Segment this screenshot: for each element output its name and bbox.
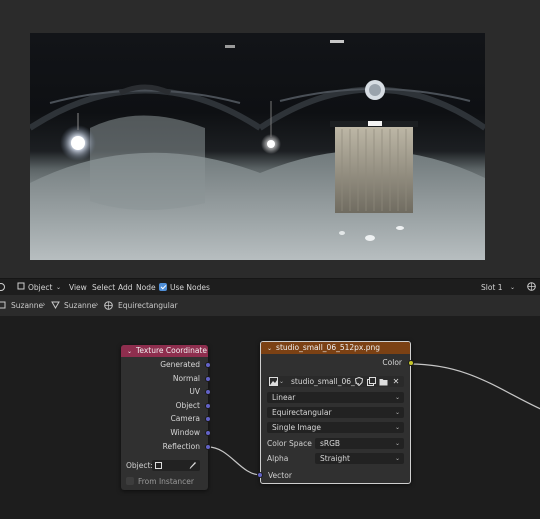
color-space-label: Color Space <box>267 439 312 448</box>
image-selector[interactable]: ⌄ studio_small_06_... ✕ <box>267 376 404 387</box>
node-title-bar[interactable]: ⌄ Texture Coordinate <box>121 345 208 357</box>
editor-type-icon[interactable] <box>0 282 6 293</box>
from-instancer-toggle[interactable]: From Instancer <box>126 477 194 487</box>
menu-add[interactable]: Add <box>118 282 133 293</box>
alpha-value: Straight <box>320 454 350 463</box>
menu-node[interactable]: Node <box>136 282 156 293</box>
collapse-chevron-icon[interactable]: ⌄ <box>127 346 132 358</box>
socket-window[interactable] <box>205 430 211 436</box>
fake-user-shield-icon[interactable] <box>354 376 364 387</box>
checkbox-icon[interactable] <box>159 283 167 291</box>
image-source-value: Single Image <box>272 423 321 432</box>
output-object: Object <box>175 401 200 410</box>
texture-coordinate-node[interactable]: ⌄ Texture Coordinate Generated Normal UV … <box>121 345 211 490</box>
interpolation-value: Linear <box>272 393 296 402</box>
collapse-chevron-icon[interactable]: ⌄ <box>267 343 272 355</box>
object-data-icon <box>0 301 6 312</box>
image-preview-area <box>0 0 540 278</box>
input-vector-label: Vector <box>268 471 292 480</box>
world-icon <box>104 301 113 313</box>
chevron-down-icon: ⌄ <box>394 409 400 416</box>
object-mode-icon <box>17 282 25 293</box>
chevron-down-icon: ⌄ <box>56 284 62 291</box>
chevron-right-icon: › <box>95 300 99 310</box>
socket-camera[interactable] <box>205 416 211 422</box>
chevron-right-icon: › <box>42 300 46 310</box>
chevron-down-icon: ⌄ <box>394 394 400 401</box>
socket-uv[interactable] <box>205 389 211 395</box>
breadcrumb-world: Equirectangular <box>118 301 178 310</box>
studio-hdri-drawing <box>30 40 485 260</box>
image-name: studio_small_06_... <box>291 377 362 386</box>
chevron-down-icon: ⌄ <box>510 284 516 291</box>
breadcrumb: Suzanne › Suzanne › Equirectangular <box>0 296 540 316</box>
menu-select[interactable]: Select <box>92 282 115 293</box>
from-instancer-label: From Instancer <box>138 477 194 486</box>
use-nodes-label: Use Nodes <box>170 283 210 292</box>
output-window: Window <box>170 428 200 437</box>
output-uv: UV <box>189 387 200 396</box>
chevron-down-icon: ⌄ <box>394 424 400 431</box>
hdri-panorama-image <box>30 33 485 260</box>
object-field-label: Object: <box>126 461 153 470</box>
color-space-value: sRGB <box>320 439 341 448</box>
eyedropper-icon[interactable] <box>189 461 197 470</box>
use-nodes-toggle[interactable]: Use Nodes <box>159 282 210 293</box>
output-camera: Camera <box>170 414 200 423</box>
color-output-link <box>409 363 540 410</box>
object-picker-field[interactable] <box>152 460 200 471</box>
socket-reflection[interactable] <box>205 444 211 450</box>
mode-dropdown[interactable]: Object <box>28 282 52 293</box>
socket-color[interactable] <box>408 360 414 366</box>
unlink-close-icon[interactable]: ✕ <box>391 376 401 387</box>
socket-generated[interactable] <box>205 362 211 368</box>
projection-dropdown[interactable]: Equirectangular ⌄ <box>267 407 404 418</box>
object-icon <box>155 462 162 469</box>
reflection-to-vector-link <box>207 446 262 476</box>
duplicate-icon[interactable] <box>366 376 376 387</box>
chevron-down-icon: ⌄ <box>394 440 400 447</box>
chevron-down-icon: ⌄ <box>279 378 285 385</box>
image-source-dropdown[interactable]: Single Image ⌄ <box>267 422 404 433</box>
checkbox-icon[interactable] <box>126 477 134 485</box>
output-reflection: Reflection <box>162 442 200 451</box>
socket-normal[interactable] <box>205 376 211 382</box>
image-texture-node[interactable]: ⌄ studio_small_06_512px.png Color ⌄ studi… <box>257 341 414 484</box>
menu-view[interactable]: View <box>69 282 87 293</box>
alpha-dropdown[interactable]: Straight ⌄ <box>315 453 404 464</box>
breadcrumb-material: Suzanne <box>64 301 97 310</box>
world-icon[interactable] <box>527 282 536 293</box>
alpha-label: Alpha <box>267 454 289 463</box>
interpolation-dropdown[interactable]: Linear ⌄ <box>267 392 404 403</box>
node-editor-canvas[interactable]: ⌄ Texture Coordinate Generated Normal UV … <box>0 316 540 519</box>
slot-dropdown[interactable]: Slot 1 <box>481 282 503 293</box>
open-folder-icon[interactable] <box>378 376 388 387</box>
node-editor-header: Object ⌄ View Select Add Node Use Nodes … <box>0 278 540 295</box>
image-browse-icon[interactable] <box>269 377 278 389</box>
socket-object[interactable] <box>205 403 211 409</box>
node-title-bar[interactable]: ⌄ studio_small_06_512px.png <box>261 342 410 354</box>
node-title: studio_small_06_512px.png <box>276 343 381 352</box>
output-normal: Normal <box>172 374 200 383</box>
breadcrumb-object: Suzanne <box>11 301 44 310</box>
color-space-dropdown[interactable]: sRGB ⌄ <box>315 438 404 449</box>
chevron-down-icon: ⌄ <box>394 455 400 462</box>
socket-vector[interactable] <box>257 472 263 478</box>
output-color-label: Color <box>382 358 402 367</box>
node-title: Texture Coordinate <box>136 346 207 355</box>
projection-value: Equirectangular <box>272 408 332 417</box>
mesh-icon <box>51 301 60 312</box>
output-generated: Generated <box>160 360 200 369</box>
